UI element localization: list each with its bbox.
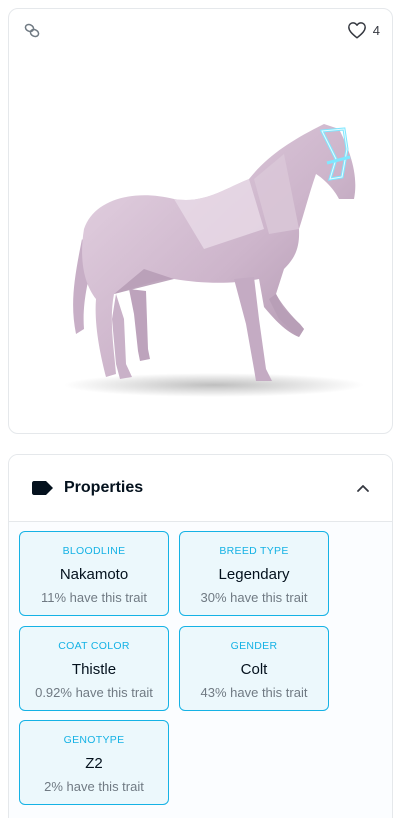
trait-value: Legendary <box>218 566 290 583</box>
trait-rarity: 2% have this trait <box>44 779 144 794</box>
trait-type: GENDER <box>230 640 278 652</box>
trait-card-genotype[interactable]: GENOTYPE Z2 2% have this trait <box>19 720 169 805</box>
trait-type: BREED TYPE <box>219 545 289 557</box>
favorite-count: 4 <box>372 22 380 38</box>
favorite-button[interactable]: 4 <box>347 21 380 39</box>
trait-rarity: 11% have this trait <box>41 590 147 605</box>
trait-value: Z2 <box>85 755 103 772</box>
chain-link-icon[interactable] <box>23 22 41 40</box>
trait-rarity: 30% have this trait <box>200 590 308 605</box>
trait-rarity: 43% have this trait <box>200 685 308 700</box>
heart-icon <box>347 22 366 39</box>
trait-value: Nakamoto <box>59 566 129 583</box>
tag-icon <box>32 481 53 495</box>
trait-card-breed-type[interactable]: BREED TYPE Legendary 30% have this trait <box>179 531 329 616</box>
trait-rarity: 0.92% have this trait <box>35 685 153 700</box>
trait-card-bloodline[interactable]: BLOODLINE Nakamoto 11% have this trait <box>19 531 169 616</box>
trait-value: Thistle <box>71 661 117 678</box>
properties-panel: Properties BLOODLINE Nakamoto 11% have t… <box>8 454 393 818</box>
horse-image <box>64 124 364 397</box>
properties-header[interactable]: Properties <box>9 455 392 522</box>
trait-type: GENOTYPE <box>63 734 125 746</box>
trait-card-coat-color[interactable]: COAT COLOR Thistle 0.92% have this trait <box>19 626 169 711</box>
trait-type: BLOODLINE <box>62 545 126 557</box>
trait-card-gender[interactable]: GENDER Colt 43% have this trait <box>179 626 329 711</box>
nft-media-card: 4 <box>8 8 393 434</box>
chevron-up-icon[interactable] <box>356 481 370 495</box>
trait-value: Colt <box>240 661 268 678</box>
trait-type: COAT COLOR <box>58 640 130 652</box>
properties-title: Properties <box>64 479 144 496</box>
